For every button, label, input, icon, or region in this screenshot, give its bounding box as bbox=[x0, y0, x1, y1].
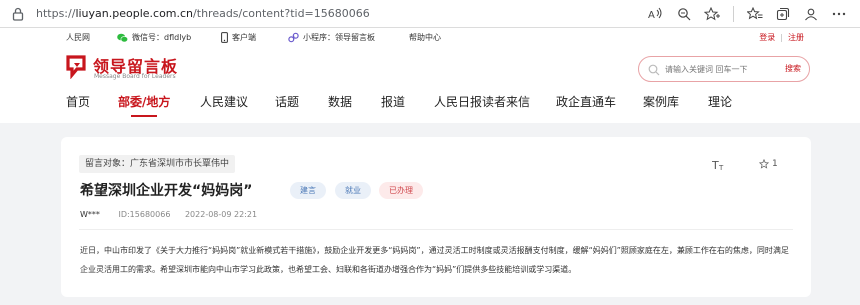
logo-mark-icon bbox=[66, 55, 86, 79]
add-favorite-icon[interactable] bbox=[699, 4, 725, 24]
more-options-icon[interactable] bbox=[826, 4, 852, 24]
browser-address-bar: https://liuyan.people.com.cn/threads/con… bbox=[0, 0, 860, 28]
nav-tab-ministries-local[interactable]: 部委/地方 bbox=[118, 94, 170, 117]
account-icon[interactable] bbox=[798, 4, 824, 24]
people-home-link[interactable]: 人民网 bbox=[66, 32, 90, 43]
url-host: liuyan.people.com.cn bbox=[75, 7, 194, 20]
nav-tab-reader-letters[interactable]: 人民日报读者来信 bbox=[434, 94, 530, 110]
svg-text:T: T bbox=[718, 164, 724, 172]
svg-text:A: A bbox=[648, 10, 655, 21]
message-content: 近日，中山市印发了《关于大力推行“妈妈岗”就业新模式若干措施》，鼓励企业开发更多… bbox=[80, 246, 789, 274]
recipient-label: 留言对象：广东省深圳市市长覃伟中 bbox=[79, 155, 236, 173]
message-title: 希望深圳企业开发“妈妈岗” bbox=[80, 183, 253, 199]
search-button[interactable]: 搜索 bbox=[785, 63, 801, 74]
wechat-link[interactable]: 微信号：dfldlyb bbox=[117, 32, 191, 43]
search-input[interactable] bbox=[665, 62, 775, 77]
divider bbox=[79, 229, 793, 230]
favorites-icon[interactable] bbox=[742, 4, 768, 24]
logo-subtitle: Message Board for Leaders bbox=[94, 73, 176, 80]
status-badge: 已办理 bbox=[379, 182, 423, 199]
url-scheme: https:// bbox=[36, 7, 76, 20]
svg-text:T: T bbox=[712, 159, 719, 172]
nav-tab-gov-business[interactable]: 政企直通车 bbox=[556, 94, 616, 110]
help-center-link[interactable]: 帮助中心 bbox=[409, 32, 441, 43]
search-box: 搜索 bbox=[638, 56, 810, 82]
author-name: W*** bbox=[80, 210, 100, 219]
wechat-label: 微信号：dfldlyb bbox=[132, 33, 192, 42]
miniapp-link[interactable]: 小程序：领导留言板 bbox=[288, 32, 375, 43]
message-card: 留言对象：广东省深圳市市长覃伟中 希望深圳企业开发“妈妈岗” 建言 就业 已办理… bbox=[61, 137, 811, 297]
help-center-label: 帮助中心 bbox=[409, 33, 441, 42]
miniprogram-icon bbox=[288, 32, 299, 43]
star-icon bbox=[759, 159, 769, 169]
nav-tab-theory[interactable]: 理论 bbox=[708, 94, 732, 110]
top-links-bar: 人民网 微信号：dfldlyb 客户端 小程序：领导留言板 帮助中心 登录 | 注册 bbox=[0, 28, 860, 47]
nav-tab-home[interactable]: 首页 bbox=[66, 94, 90, 110]
tag-suggestion[interactable]: 建言 bbox=[290, 182, 326, 199]
message-datetime: 2022-08-09 22:21 bbox=[184, 210, 258, 219]
read-aloud-icon[interactable]: A bbox=[643, 4, 669, 24]
zoom-icon[interactable] bbox=[671, 4, 697, 24]
wechat-icon bbox=[117, 33, 128, 42]
message-id: ID:15680066 bbox=[118, 210, 171, 219]
collections-icon[interactable] bbox=[770, 4, 796, 24]
miniapp-label: 小程序：领导留言板 bbox=[303, 33, 375, 42]
nav-tab-topics[interactable]: 话题 bbox=[275, 94, 299, 110]
people-home-label: 人民网 bbox=[66, 33, 90, 42]
nav-tab-people-suggestions[interactable]: 人民建议 bbox=[200, 94, 248, 110]
font-size-icon[interactable]: T T bbox=[712, 158, 726, 172]
search-icon bbox=[648, 64, 660, 76]
phone-icon bbox=[221, 32, 228, 43]
register-link[interactable]: 注册 bbox=[788, 33, 804, 42]
nav-tab-reports[interactable]: 报道 bbox=[381, 94, 405, 110]
lock-icon[interactable] bbox=[10, 6, 26, 22]
client-link[interactable]: 客户端 bbox=[221, 32, 256, 43]
url-path: /threads/content?tid=15680066 bbox=[193, 7, 370, 20]
site-logo[interactable]: 领导留言板 Message Board for Leaders bbox=[66, 53, 196, 83]
url-field[interactable]: https://liuyan.people.com.cn/threads/con… bbox=[36, 7, 370, 20]
nav-tab-case-library[interactable]: 案例库 bbox=[643, 94, 679, 110]
client-label: 客户端 bbox=[232, 33, 256, 42]
message-meta: W*** ID:15680066 2022-08-09 22:21 bbox=[80, 210, 257, 219]
login-link[interactable]: 登录 bbox=[759, 33, 775, 42]
tag-employment[interactable]: 就业 bbox=[335, 182, 371, 199]
nav-tab-data[interactable]: 数据 bbox=[328, 94, 352, 110]
favorite-button[interactable]: 1 bbox=[759, 159, 778, 169]
site-header: 人民网 微信号：dfldlyb 客户端 小程序：领导留言板 帮助中心 登录 | 注册… bbox=[0, 28, 860, 123]
auth-links: 登录 | 注册 bbox=[759, 33, 804, 42]
star-count: 1 bbox=[772, 159, 778, 169]
